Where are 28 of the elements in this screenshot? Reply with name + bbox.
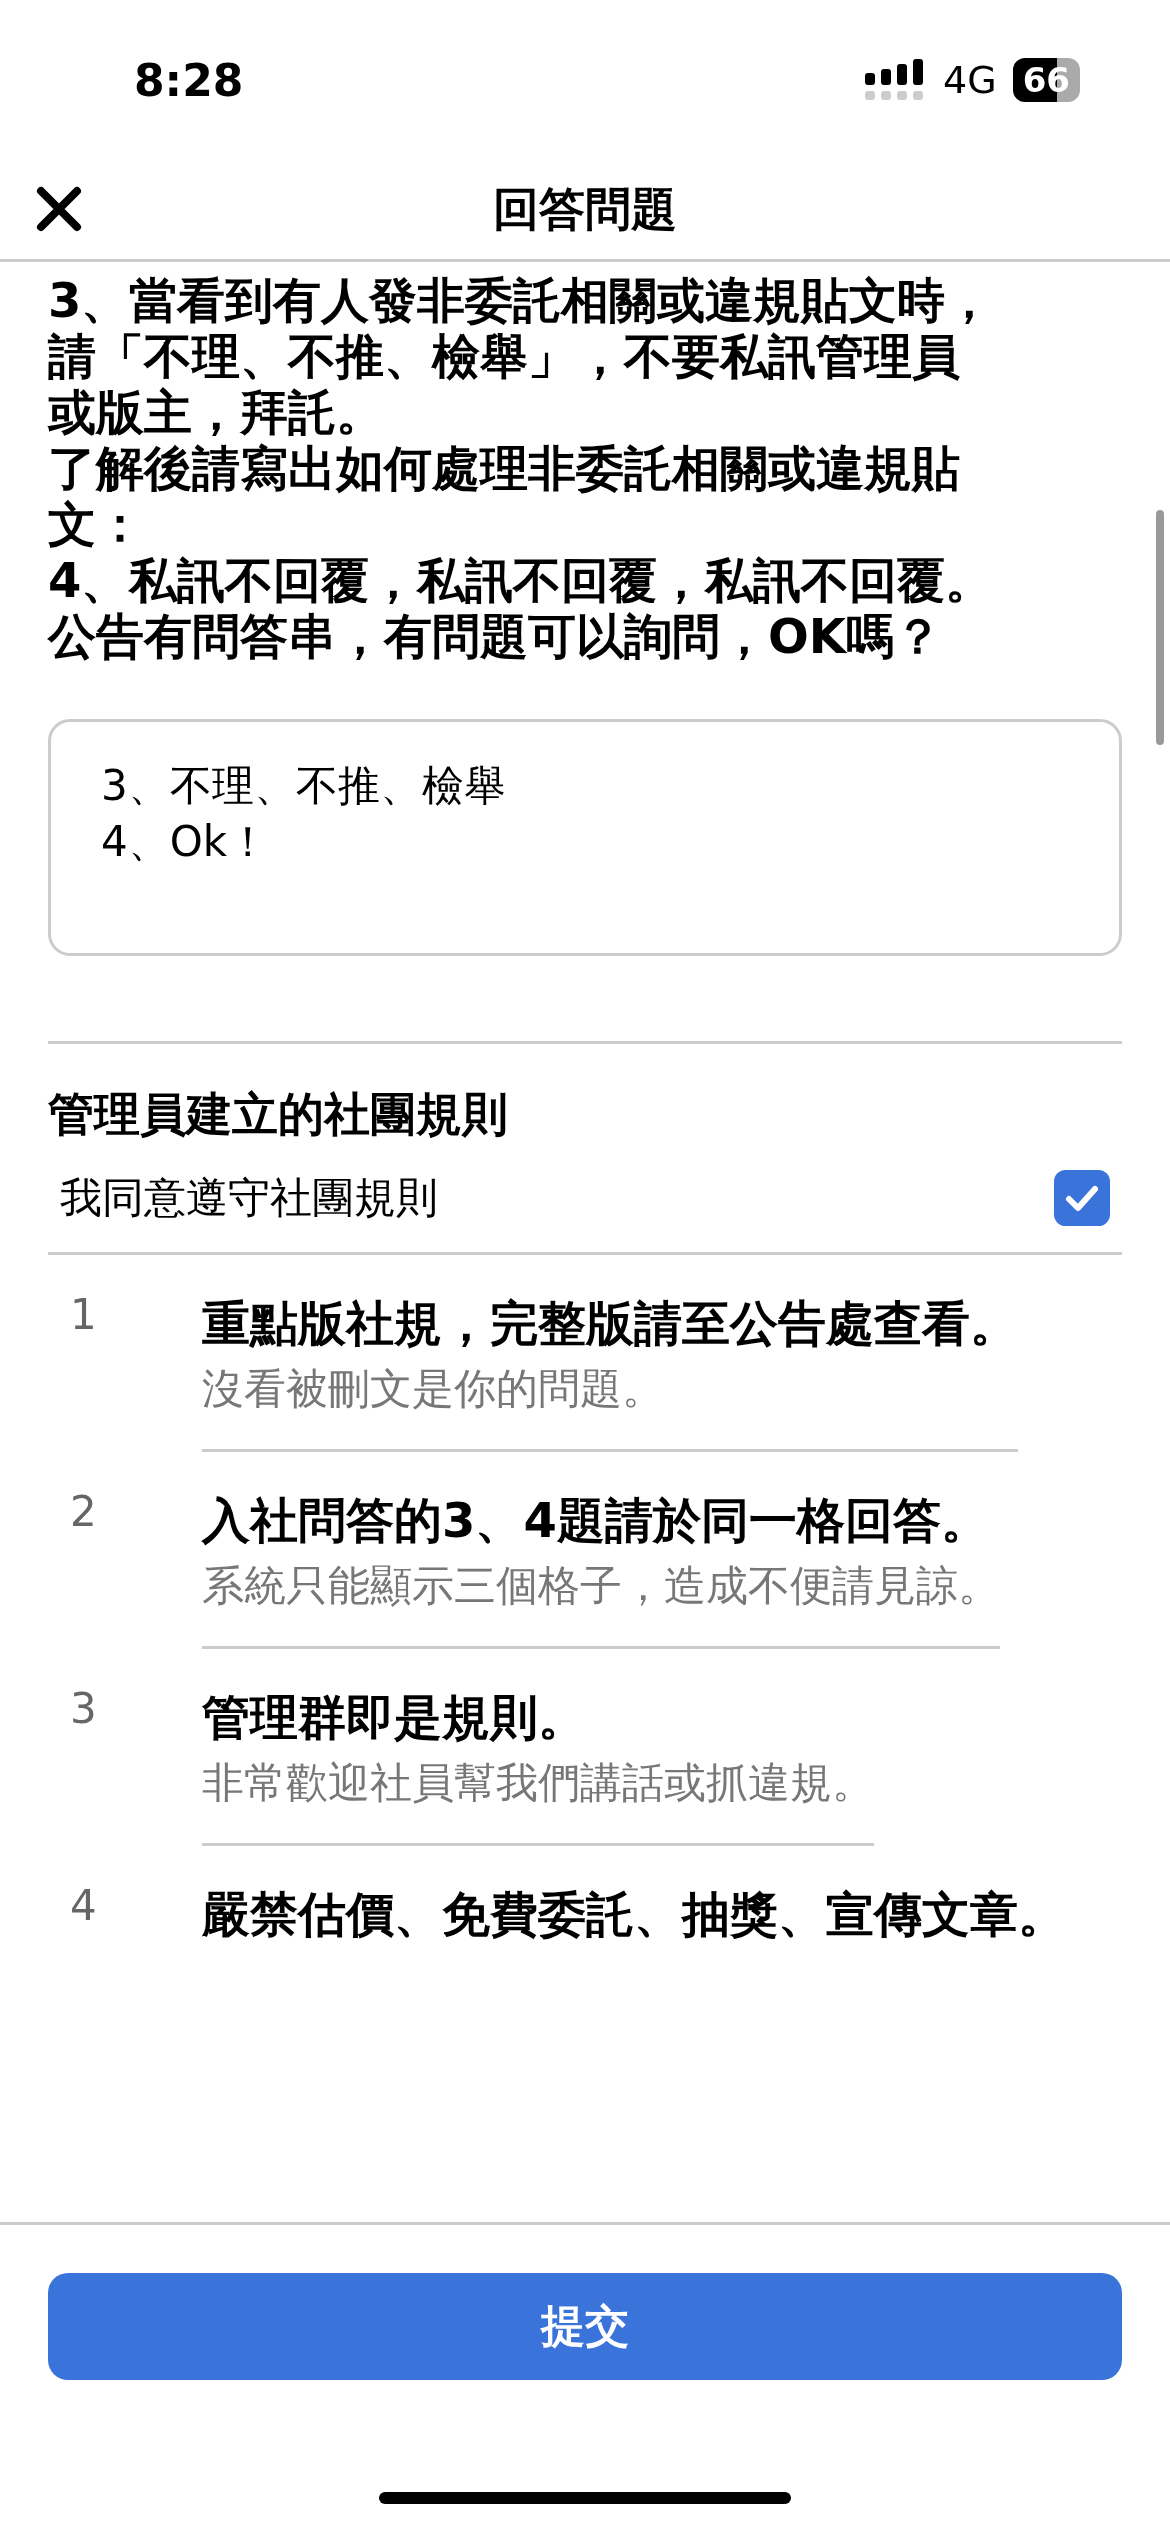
page-title: 回答問題 <box>493 180 677 238</box>
rule-number: 3 <box>69 1683 98 1735</box>
rule-detail: 沒看被刪文是你的問題。 <box>202 1363 665 1415</box>
scroll-bar[interactable] <box>1156 510 1164 745</box>
rule-detail: 系統只能顯示三個格子，造成不便請見諒。 <box>202 1560 1000 1612</box>
question-text: 或版主，拜託。 <box>48 384 385 440</box>
rule-title: 重點版社規，完整版請至公告處查看。 <box>202 1294 1018 1353</box>
question-text: 公告有問答串，有問題可以詢問，OK嗎？ <box>48 608 943 664</box>
close-icon[interactable] <box>36 186 82 232</box>
agreement-label: 我同意遵守社團規則 <box>60 1172 438 1224</box>
question-text: 文： <box>48 496 145 552</box>
question-text: 3、當看到有人發非委託相關或違規貼文時， <box>48 272 995 328</box>
status-time: 8:28 <box>134 54 244 106</box>
rule-number: 1 <box>69 1289 98 1341</box>
question-text: 了解後請寫出如何處理非委託相關或違規貼 <box>48 440 961 496</box>
rule-title: 入社問答的3、4題請於同一格回答。 <box>202 1491 990 1550</box>
rule-number: 2 <box>69 1486 98 1538</box>
question-text: 請「不理、不推、檢舉」，不要私訊管理員 <box>48 328 961 384</box>
rule-detail: 非常歡迎社員幫我們講話或抓違規。 <box>202 1757 874 1809</box>
rule-title: 管理群即是規則。 <box>202 1688 587 1747</box>
section-heading: 管理員建立的社團規則 <box>48 1086 509 1143</box>
submit-button[interactable]: 提交 <box>48 2273 1122 2380</box>
checkbox[interactable] <box>1054 1170 1110 1226</box>
rule-number: 4 <box>69 1880 98 1932</box>
answer-field[interactable]: 3、不理、不推、檢舉 4、Ok！ <box>48 719 1122 956</box>
rule-title: 嚴禁估價、免費委託、抽獎、宣傳文章。 <box>202 1885 1066 1944</box>
network-label: 4G <box>943 58 997 102</box>
question-text: 4、私訊不回覆，私訊不回覆，私訊不回覆。 <box>48 552 995 608</box>
